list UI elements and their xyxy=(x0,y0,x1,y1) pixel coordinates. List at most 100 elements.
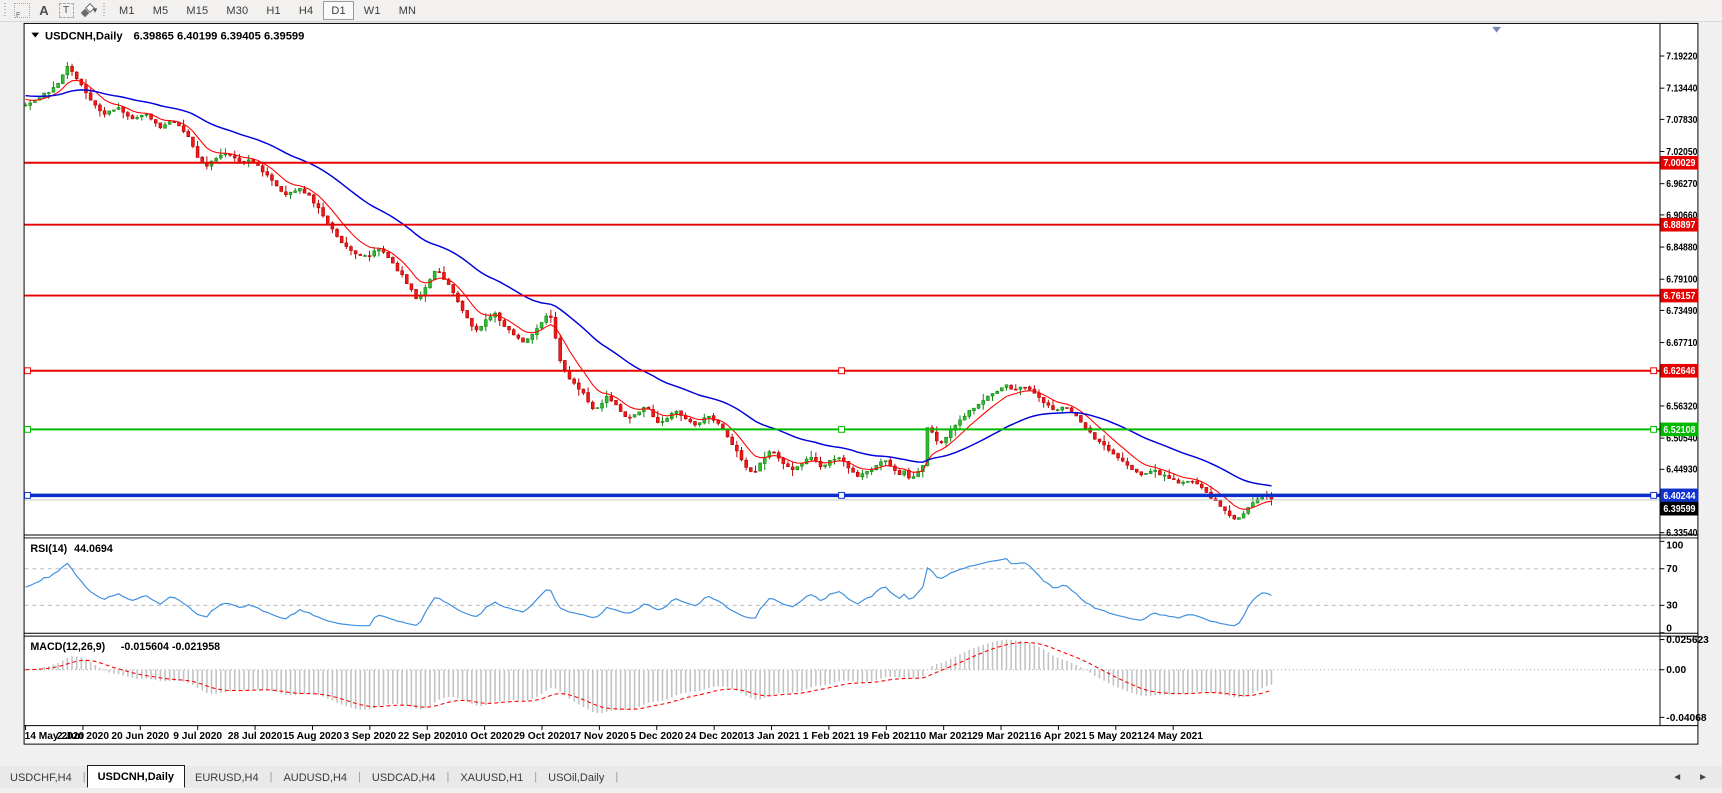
price-label-6.62646: 6.62646 xyxy=(1660,363,1699,378)
chart-tab-xauusd-h1[interactable]: XAUUSD,H1 xyxy=(450,768,533,788)
chart-title-symbol: USDCNH,Daily xyxy=(45,30,123,42)
line-handle[interactable] xyxy=(24,425,31,433)
arrows-dropdown-caret-icon[interactable]: ▾ xyxy=(93,5,98,16)
svg-text:22 Sep 2020: 22 Sep 2020 xyxy=(398,731,457,742)
timeframe-button-group: M1 M5 M15 M30 H1 H4 D1 W1 MN xyxy=(110,1,425,20)
timeframe-button-m30[interactable]: M30 xyxy=(218,1,256,20)
svg-text:6.39599: 6.39599 xyxy=(1663,504,1695,515)
price-label-6.88897: 6.88897 xyxy=(1660,217,1699,232)
timeframe-button-h1[interactable]: H1 xyxy=(258,1,288,20)
svg-text:6.40244: 6.40244 xyxy=(1663,491,1695,502)
tab-scroll-left-icon[interactable]: ◄ xyxy=(1672,772,1682,783)
chart-window: 100 70 30 0 0.025623 0.00 -0.04068 7.19220 7.1… xyxy=(0,21,1722,771)
svg-text:6.56320: 6.56320 xyxy=(1666,401,1697,412)
svg-text:7.13440: 7.13440 xyxy=(1666,84,1697,95)
timeframe-button-w1[interactable]: W1 xyxy=(356,1,389,20)
svg-text:6.84880: 6.84880 xyxy=(1666,242,1697,253)
top-toolbar: F A T ▾ M1 M5 M15 M30 H1 H4 D1 W1 MN xyxy=(0,0,1722,22)
line-handle[interactable] xyxy=(1650,491,1658,499)
toolbar-grip[interactable] xyxy=(102,3,107,18)
svg-text:10 Mar 2021: 10 Mar 2021 xyxy=(915,731,973,742)
timeframe-button-m1[interactable]: M1 xyxy=(111,1,143,20)
svg-text:28 Jul 2020: 28 Jul 2020 xyxy=(228,731,283,742)
svg-text:7.07830: 7.07830 xyxy=(1666,115,1697,126)
svg-text:17 Nov 2020: 17 Nov 2020 xyxy=(570,731,629,742)
label-tool-button[interactable]: A xyxy=(34,2,54,20)
chart-tab-usoil-daily[interactable]: USOil,Daily xyxy=(538,768,614,788)
svg-text:24 May 2021: 24 May 2021 xyxy=(1143,731,1203,742)
svg-text:15 Aug 2020: 15 Aug 2020 xyxy=(283,731,342,742)
svg-text:1 Feb 2021: 1 Feb 2021 xyxy=(803,731,856,742)
timeframe-button-h4[interactable]: H4 xyxy=(291,1,321,20)
svg-text:6.96270: 6.96270 xyxy=(1666,179,1697,190)
svg-text:0.00: 0.00 xyxy=(1666,665,1686,676)
line-handle[interactable] xyxy=(1650,367,1658,375)
svg-text:-0.04068: -0.04068 xyxy=(1666,713,1707,724)
svg-text:2 Jun 2020: 2 Jun 2020 xyxy=(57,731,110,742)
svg-text:6.44930: 6.44930 xyxy=(1666,465,1697,476)
price-label-6.39599: 6.39599 xyxy=(1660,501,1699,516)
svg-text:5 May 2021: 5 May 2021 xyxy=(1089,731,1143,742)
svg-text:6.88897: 6.88897 xyxy=(1663,220,1695,231)
price-label-6.52108: 6.52108 xyxy=(1660,422,1699,437)
letter-a-icon: A xyxy=(39,3,49,18)
tab-scroll-right-icon[interactable]: ► xyxy=(1698,772,1708,783)
svg-text:0: 0 xyxy=(1666,623,1672,634)
chart-title-ohlc: 6.39865 6.40199 6.39405 6.39599 xyxy=(134,30,305,42)
line-handle[interactable] xyxy=(838,425,845,433)
svg-text:6.73490: 6.73490 xyxy=(1666,306,1697,317)
svg-text:3 Sep 2020: 3 Sep 2020 xyxy=(343,731,396,742)
line-handle[interactable] xyxy=(24,367,31,375)
timeframe-button-d1[interactable]: D1 xyxy=(323,1,354,20)
text-tool-button[interactable]: T xyxy=(56,2,76,20)
svg-text:6.33540: 6.33540 xyxy=(1666,528,1697,539)
svg-text:29 Oct 2020: 29 Oct 2020 xyxy=(514,731,571,742)
macd-values: -0.015604 -0.021958 xyxy=(121,641,220,653)
svg-text:30: 30 xyxy=(1666,601,1678,612)
chart-tab-eurusd-h4[interactable]: EURUSD,H4 xyxy=(185,768,269,788)
price-label-7.00029: 7.00029 xyxy=(1660,155,1699,170)
svg-text:29 Mar 2021: 29 Mar 2021 xyxy=(972,731,1030,742)
svg-text:6.62646: 6.62646 xyxy=(1663,366,1695,377)
svg-text:6.76157: 6.76157 xyxy=(1663,291,1695,302)
svg-text:7.00029: 7.00029 xyxy=(1663,158,1695,169)
arrows-tool-button[interactable]: ▾ xyxy=(78,2,98,20)
svg-text:6.67710: 6.67710 xyxy=(1666,338,1697,349)
line-handle[interactable] xyxy=(24,491,31,499)
line-handle[interactable] xyxy=(838,491,845,499)
svg-text:7.19220: 7.19220 xyxy=(1666,51,1697,62)
chart-tab-bar: USDCHF,H4 | USDCNH,Daily EURUSD,H4 | AUDUSD,H… xyxy=(0,765,1722,788)
price-label-6.76157: 6.76157 xyxy=(1660,288,1699,303)
svg-text:100: 100 xyxy=(1666,541,1683,552)
dotted-frame-icon: F xyxy=(14,3,30,19)
svg-text:24 Dec 2020: 24 Dec 2020 xyxy=(685,731,744,742)
svg-text:16 Apr 2021: 16 Apr 2021 xyxy=(1030,731,1087,742)
svg-text:13 Jan 2021: 13 Jan 2021 xyxy=(743,731,801,742)
svg-text:6.52108: 6.52108 xyxy=(1663,425,1695,436)
svg-text:5 Dec 2020: 5 Dec 2020 xyxy=(630,731,683,742)
svg-text:9 Jul 2020: 9 Jul 2020 xyxy=(173,731,222,742)
chart-tab-audusd-h4[interactable]: AUDUSD,H4 xyxy=(273,768,357,788)
chart-tab-usdcad-h4[interactable]: USDCAD,H4 xyxy=(362,768,446,788)
svg-text:6.79100: 6.79100 xyxy=(1666,275,1697,286)
tab-separator: | xyxy=(615,770,619,783)
chart-frame-tool-button[interactable]: F xyxy=(12,2,32,20)
chart-canvas: 10070300 0.0256230.00-0.04068 7.192207.1… xyxy=(23,22,1709,745)
svg-text:10 Oct 2020: 10 Oct 2020 xyxy=(456,731,513,742)
status-strip xyxy=(0,788,1722,793)
svg-text:20 Jun 2020: 20 Jun 2020 xyxy=(111,731,169,742)
chart-tab-usdcnh-daily[interactable]: USDCNH,Daily xyxy=(86,765,185,788)
timeframe-button-m5[interactable]: M5 xyxy=(145,1,177,20)
svg-text:70: 70 xyxy=(1666,564,1678,575)
svg-text:19 Feb 2021: 19 Feb 2021 xyxy=(857,731,915,742)
price-label-6.40244: 6.40244 xyxy=(1660,488,1699,503)
line-handle[interactable] xyxy=(1650,425,1658,433)
toolbar-grip[interactable] xyxy=(3,3,8,18)
rsi-value: 44.0694 xyxy=(74,543,113,555)
chart-tab-usdchf-h4[interactable]: USDCHF,H4 xyxy=(0,768,82,788)
rsi-label: RSI(14) xyxy=(30,543,67,555)
line-handle[interactable] xyxy=(838,367,845,375)
timeframe-button-m15[interactable]: M15 xyxy=(178,1,216,20)
timeframe-button-mn[interactable]: MN xyxy=(391,1,425,20)
tab-scroll-buttons: ◄ ► xyxy=(1672,772,1708,783)
